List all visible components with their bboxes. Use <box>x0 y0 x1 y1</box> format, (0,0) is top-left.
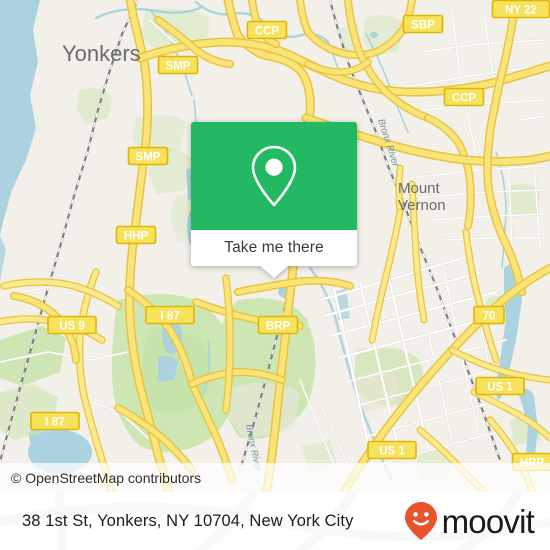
address-text: 38 1st St, Yonkers, NY 10704, New York C… <box>22 511 354 530</box>
road-shield: SBP <box>402 14 444 34</box>
popup-tail-pointer <box>260 266 288 278</box>
road-shield-label: NY 22 <box>505 4 537 16</box>
location-popup-card[interactable]: Take me there <box>191 122 357 278</box>
road-shield: US 1 <box>475 376 525 396</box>
road-shield: US 9 <box>47 315 97 335</box>
moovit-pin-smiley-icon <box>404 502 437 540</box>
osm-attribution-bar: © OpenStreetMap contributors <box>0 463 550 492</box>
road-shield-label: SBP <box>411 19 435 31</box>
road-shield: I 87 <box>30 411 80 431</box>
moovit-map-screenshot: .land { fill:#F2F0E8; } .water { fill:#A… <box>0 0 550 550</box>
road-shield-label: US 1 <box>379 445 405 457</box>
svg-text:Mount: Mount <box>398 180 441 197</box>
road-shield-label: CCP <box>255 25 280 37</box>
road-shield: HHP <box>115 225 157 245</box>
road-shield: NY 22 <box>491 0 550 19</box>
road-shield: 70 <box>473 305 505 325</box>
svg-text:Vernon: Vernon <box>398 197 446 214</box>
road-shield: SMP <box>157 55 199 75</box>
road-shield-label: 70 <box>483 310 496 322</box>
road-shield-label: US 9 <box>59 320 85 332</box>
road-shield: CCP <box>246 20 288 40</box>
road-shield-label: SMP <box>166 60 191 72</box>
moovit-logo[interactable]: moovit <box>404 492 535 550</box>
road-shield-label: I 87 <box>45 416 64 428</box>
road-shield: US 1 <box>367 440 417 460</box>
road-shield-label: I 87 <box>160 310 179 322</box>
popup-footer[interactable]: Take me there <box>191 230 357 278</box>
road-shield-label: SMP <box>136 151 161 163</box>
svg-text:Yonkers: Yonkers <box>62 41 141 66</box>
attribution-text: © OpenStreetMap contributors <box>11 469 202 486</box>
road-shield: SMP <box>127 146 169 166</box>
moovit-wordmark: moovit <box>441 502 535 540</box>
map-canvas[interactable]: .land { fill:#F2F0E8; } .water { fill:#A… <box>0 0 550 492</box>
road-shield-label: BRP <box>266 320 291 332</box>
road-shield-label: HHP <box>124 230 149 242</box>
footer-bar: 38 1st St, Yonkers, NY 10704, New York C… <box>0 492 550 550</box>
map-pin-icon <box>251 145 297 207</box>
road-shield: I 87 <box>145 305 195 325</box>
take-me-there-label: Take me there <box>224 239 324 256</box>
road-shield-label: US 1 <box>487 381 513 393</box>
popup-header <box>191 122 357 230</box>
road-shield: BRP <box>257 315 299 335</box>
road-shield: CCP <box>443 87 485 107</box>
road-shield-label: CCP <box>452 92 477 104</box>
